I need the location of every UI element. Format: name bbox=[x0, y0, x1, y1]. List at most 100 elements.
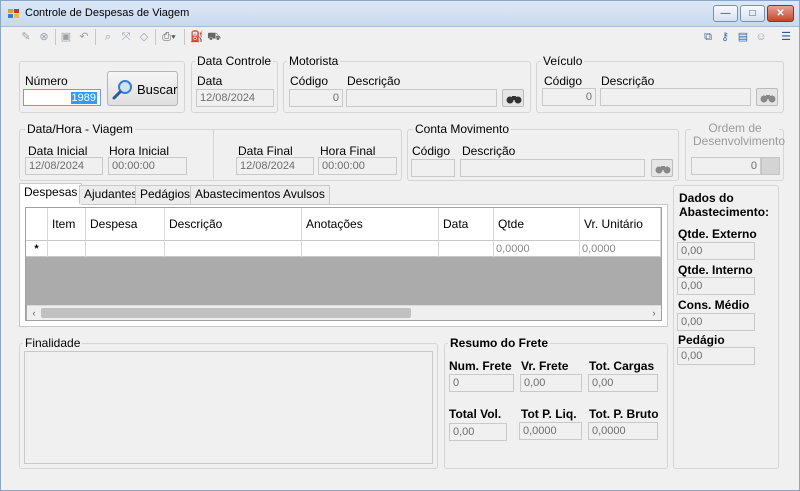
new-row-marker: * bbox=[26, 241, 48, 257]
minimize-button[interactable]: — bbox=[713, 5, 738, 22]
cell-anotacoes[interactable] bbox=[302, 241, 439, 257]
truck-icon[interactable]: ⛟ bbox=[207, 30, 221, 44]
total-vol-field[interactable]: 0,00 bbox=[449, 423, 507, 441]
qtde-interno-label: Qtde. Interno bbox=[678, 263, 753, 277]
scroll-left-icon[interactable]: ‹ bbox=[28, 307, 40, 320]
toolbar-separator bbox=[95, 29, 96, 45]
motorista-search-button[interactable] bbox=[502, 89, 524, 107]
data-inicial-field[interactable]: 12/08/2024 bbox=[25, 157, 103, 175]
motorista-codigo-field[interactable]: 0 bbox=[289, 89, 343, 107]
cards-icon[interactable]: ⧉ bbox=[701, 30, 715, 44]
grid-horizontal-scrollbar[interactable]: ‹ › bbox=[27, 305, 661, 320]
app-icon bbox=[8, 9, 19, 18]
conta-codigo-field[interactable] bbox=[411, 159, 455, 177]
despesas-grid[interactable]: Item Despesa Descrição Anotações Data Qt… bbox=[25, 207, 662, 321]
tot-p-liq-field[interactable]: 0,0000 bbox=[519, 422, 582, 440]
pedagio-field[interactable]: 0,00 bbox=[677, 347, 755, 365]
tab-ajudantes[interactable]: Ajudantes bbox=[79, 185, 143, 204]
col-descricao[interactable]: Descrição bbox=[165, 208, 302, 241]
qtde-interno-field[interactable]: 0,00 bbox=[677, 277, 755, 295]
hora-final-field[interactable]: 00:00:00 bbox=[318, 157, 397, 175]
buscar-button[interactable]: Buscar bbox=[107, 71, 178, 106]
veiculo-search-button[interactable] bbox=[756, 88, 778, 106]
undo-icon[interactable]: ↶ bbox=[77, 30, 91, 44]
ordem-title-line2: Desenvolvimento bbox=[693, 134, 786, 148]
toolbar-separator bbox=[55, 29, 56, 45]
cell-descricao[interactable] bbox=[165, 241, 302, 257]
veiculo-descricao-field[interactable] bbox=[600, 88, 751, 106]
tot-p-liq-label: Tot P. Liq. bbox=[521, 407, 577, 421]
finalidade-textarea[interactable] bbox=[24, 351, 433, 464]
binoculars-icon bbox=[760, 95, 776, 103]
abastecimento-title-line2: Abastecimento: bbox=[679, 205, 770, 219]
col-despesa[interactable]: Despesa bbox=[86, 208, 165, 241]
key-icon[interactable]: ⚷ bbox=[718, 30, 732, 44]
data-controle-field[interactable]: 12/08/2024 bbox=[196, 89, 274, 107]
col-qtde[interactable]: Qtde bbox=[494, 208, 580, 241]
motorista-title: Motorista bbox=[287, 54, 341, 68]
cancel-icon[interactable]: ⊗ bbox=[37, 30, 51, 44]
conta-codigo-label: Código bbox=[412, 144, 451, 158]
tab-despesas[interactable]: Despesas bbox=[19, 183, 83, 205]
qtde-externo-label: Qtde. Externo bbox=[678, 227, 757, 241]
close-button[interactable]: ✕ bbox=[767, 5, 794, 22]
motorista-descricao-label: Descrição bbox=[347, 74, 401, 88]
tab-pedagios[interactable]: Pedágios bbox=[135, 185, 196, 204]
motorista-descricao-field[interactable] bbox=[346, 89, 497, 107]
tab-abastecimentos-avulsos[interactable]: Abastecimentos Avulsos bbox=[190, 185, 330, 204]
print-icon[interactable]: ⎙▾ bbox=[159, 30, 179, 44]
edit-icon[interactable]: ✎ bbox=[19, 30, 33, 44]
maximize-button[interactable]: □ bbox=[740, 5, 765, 22]
buscar-label: Buscar bbox=[137, 82, 178, 97]
col-item[interactable]: Item bbox=[48, 208, 86, 241]
fuel-pump-icon[interactable]: ⛽ bbox=[190, 30, 204, 44]
ordem-button[interactable] bbox=[761, 157, 780, 175]
scroll-thumb[interactable] bbox=[41, 308, 411, 318]
erase-icon[interactable]: ◇ bbox=[137, 30, 151, 44]
col-data[interactable]: Data bbox=[439, 208, 494, 241]
abastecimento-title-line1: Dados do bbox=[679, 191, 734, 205]
vr-frete-field[interactable]: 0,00 bbox=[520, 374, 582, 392]
magnifier-icon bbox=[112, 80, 132, 100]
table-row[interactable]: * 0,0000 0,0000 bbox=[26, 241, 661, 257]
cons-medio-field[interactable]: 0,00 bbox=[677, 313, 755, 331]
hora-inicial-field[interactable]: 00:00:00 bbox=[108, 157, 187, 175]
tot-p-bruto-label: Tot. P. Bruto bbox=[589, 407, 659, 421]
col-vr-unitario[interactable]: Vr. Unitário bbox=[580, 208, 661, 241]
col-anotacoes[interactable]: Anotações bbox=[302, 208, 439, 241]
scroll-right-icon[interactable]: › bbox=[648, 307, 660, 320]
conta-descricao-field[interactable] bbox=[460, 159, 645, 177]
grid-row-header-corner bbox=[26, 208, 48, 241]
search-icon[interactable]: ⌕ bbox=[101, 30, 115, 44]
hora-final-label: Hora Final bbox=[320, 144, 376, 158]
save-icon[interactable]: ▣ bbox=[59, 30, 73, 44]
cell-vr-unitario[interactable]: 0,0000 bbox=[580, 241, 661, 257]
motorista-codigo-label: Código bbox=[290, 74, 329, 88]
numero-label: Número bbox=[25, 74, 68, 88]
veiculo-codigo-field[interactable]: 0 bbox=[542, 88, 596, 106]
numero-input[interactable]: 1989 bbox=[23, 89, 101, 106]
data-final-field[interactable]: 12/08/2024 bbox=[236, 157, 314, 175]
qtde-externo-field[interactable]: 0,00 bbox=[677, 242, 755, 260]
veiculo-codigo-label: Código bbox=[544, 74, 583, 88]
cell-data[interactable] bbox=[439, 241, 494, 257]
conta-search-button[interactable] bbox=[651, 159, 673, 177]
cell-despesa[interactable] bbox=[86, 241, 165, 257]
menu-icon[interactable]: ☰ bbox=[779, 30, 793, 44]
cell-item[interactable] bbox=[48, 241, 86, 257]
window-icon[interactable]: ▤ bbox=[736, 30, 750, 44]
expand-icon[interactable]: ⤧ bbox=[119, 30, 133, 44]
tot-cargas-field[interactable]: 0,00 bbox=[588, 374, 658, 392]
data-inicial-label: Data Inicial bbox=[28, 144, 88, 158]
user-icon[interactable]: ☺ bbox=[754, 30, 768, 44]
cell-qtde[interactable]: 0,0000 bbox=[494, 241, 580, 257]
vr-frete-label: Vr. Frete bbox=[521, 359, 569, 373]
toolbar-separator bbox=[155, 29, 156, 45]
viagem-title: Data/Hora - Viagem bbox=[25, 122, 135, 136]
grid-header: Item Despesa Descrição Anotações Data Qt… bbox=[26, 208, 661, 241]
conta-movimento-title: Conta Movimento bbox=[413, 122, 512, 136]
data-controle-title: Data Controle bbox=[195, 54, 274, 68]
ordem-field[interactable]: 0 bbox=[691, 157, 761, 175]
tot-p-bruto-field[interactable]: 0,0000 bbox=[588, 422, 658, 440]
num-frete-field[interactable]: 0 bbox=[449, 374, 514, 392]
